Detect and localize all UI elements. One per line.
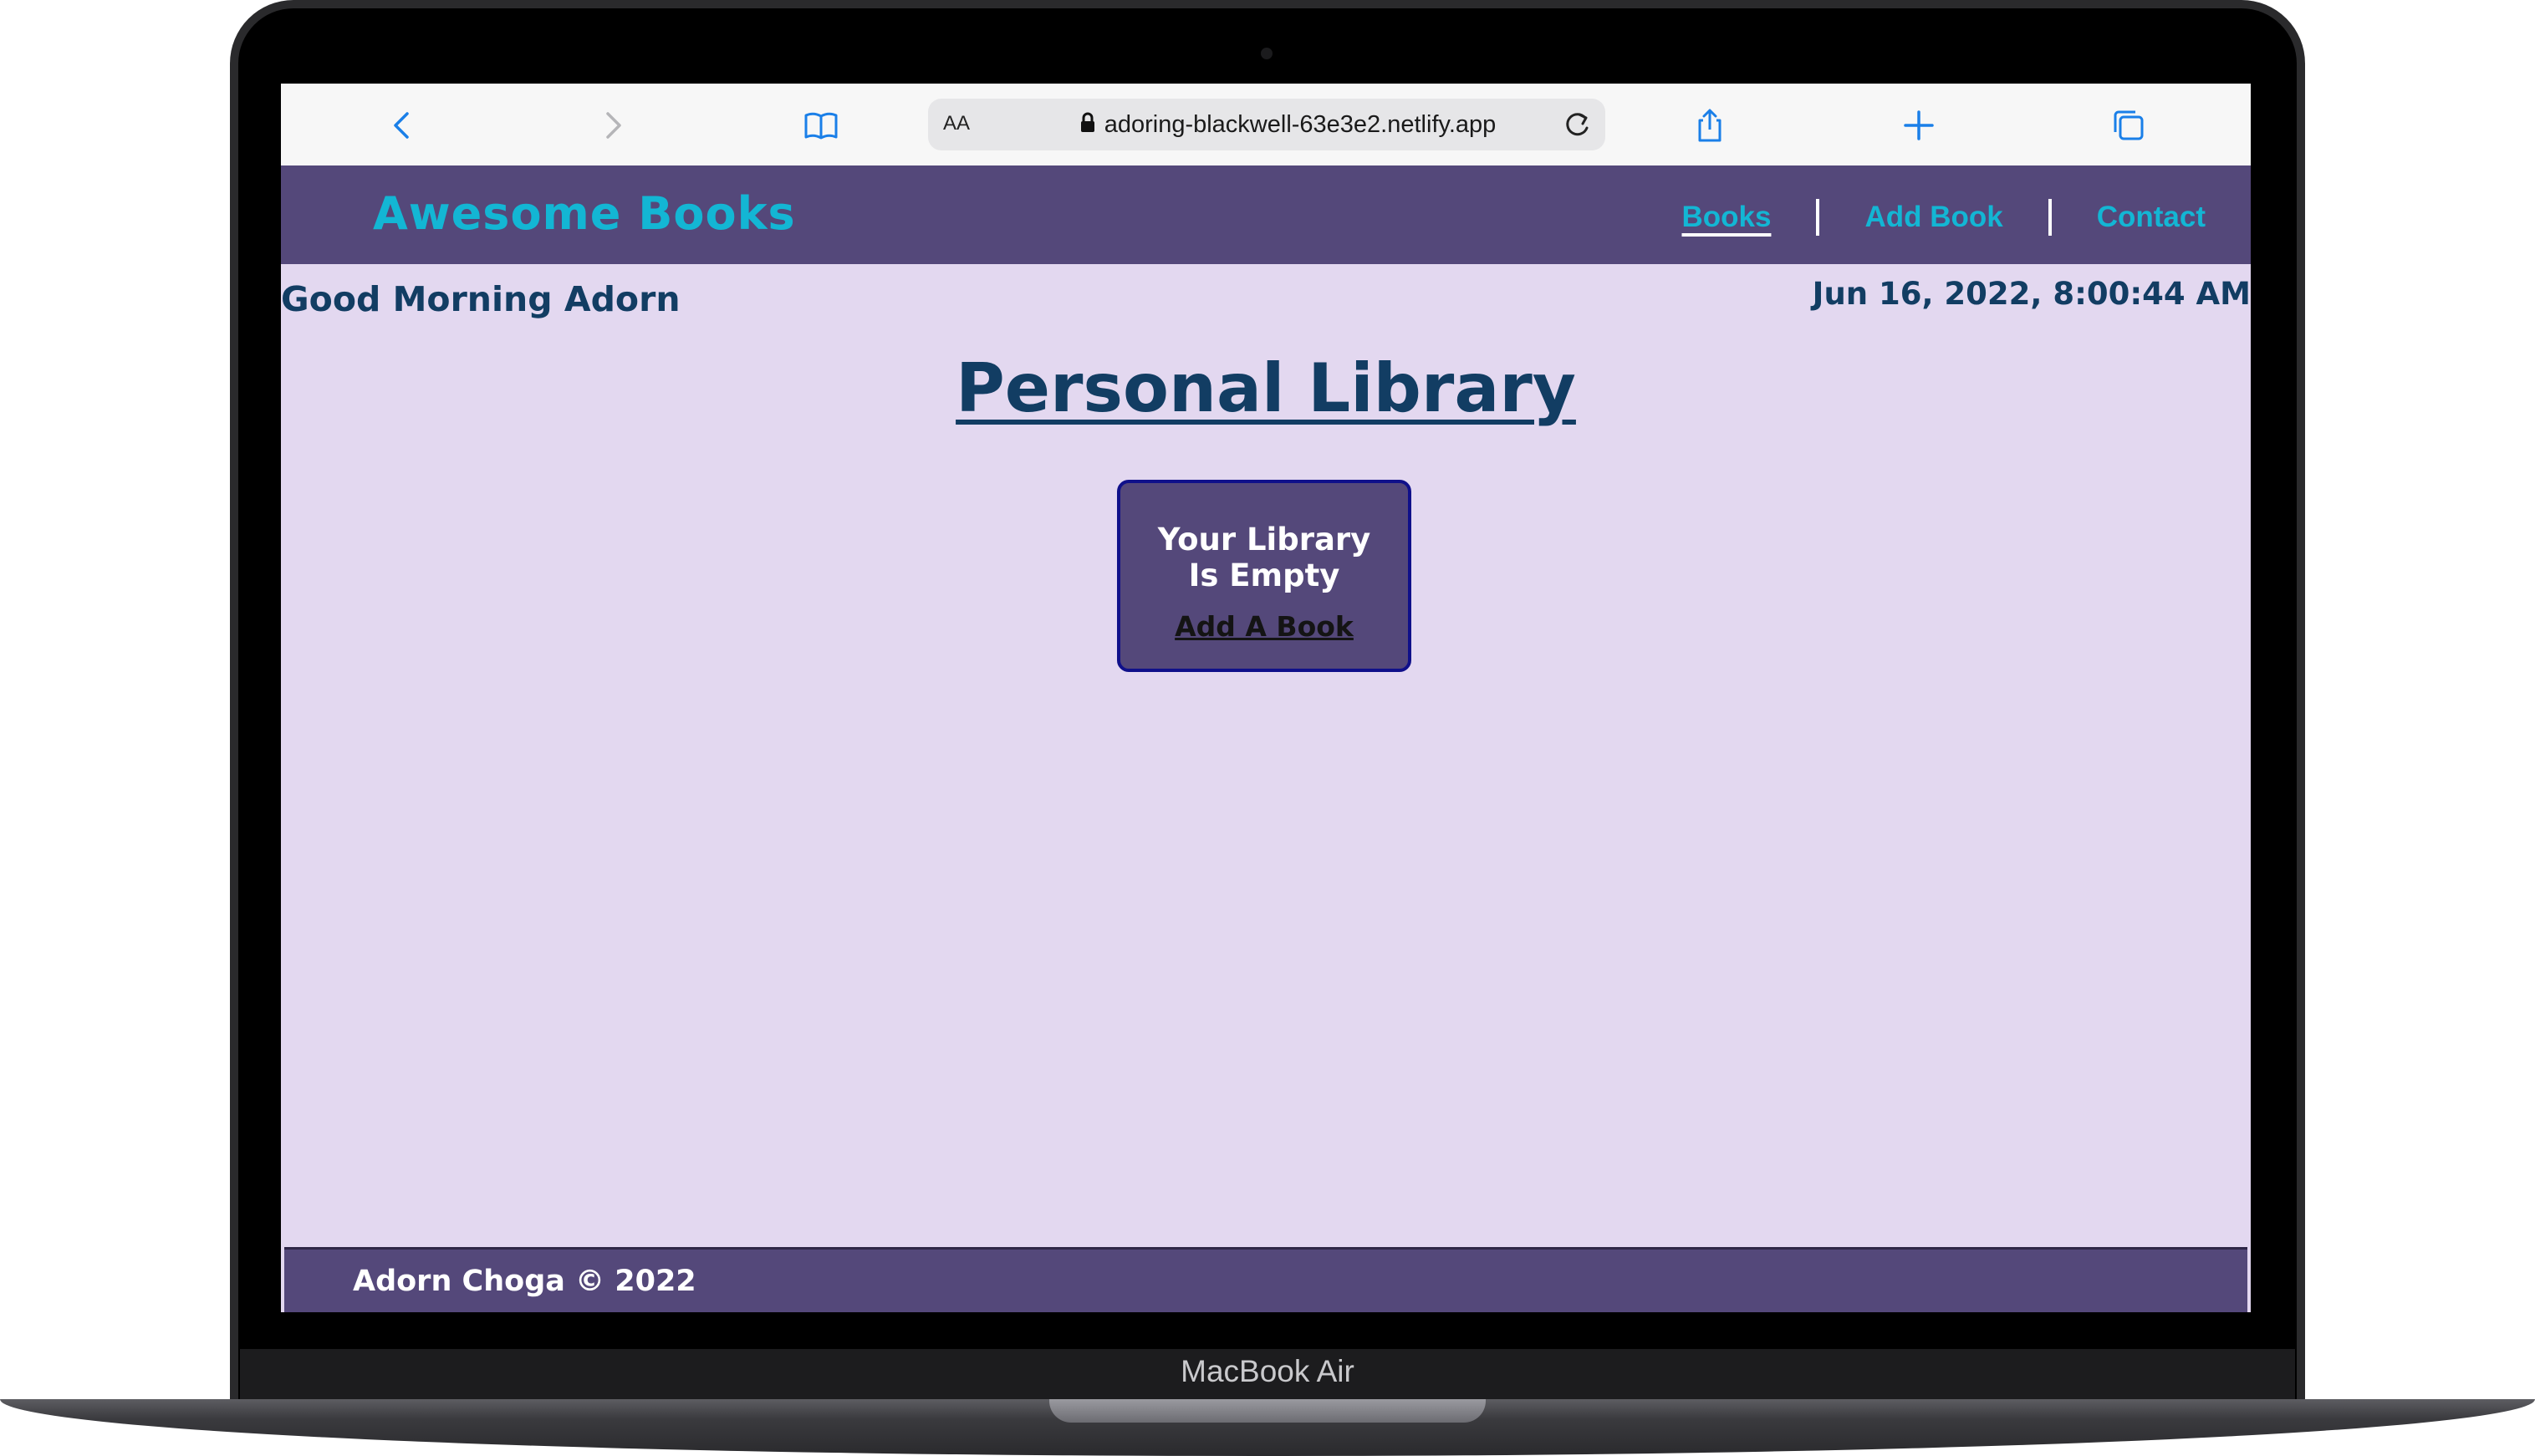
url-text: adoring-blackwell-63e3e2.netlify.app (1104, 110, 1497, 138)
site-header: Awesome Books Books Add Book Contact (281, 165, 2251, 264)
browser-toolbar: AA adoring-blackwell-63e3e2.netlify.app (281, 84, 2251, 166)
share-icon[interactable] (1690, 105, 1730, 145)
page-title: Personal Library (956, 349, 1576, 427)
new-tab-icon[interactable] (1899, 105, 1939, 145)
empty-message-line1: Your Library (1157, 522, 1371, 557)
nav-divider (1816, 199, 1820, 236)
laptop-notch (1049, 1399, 1486, 1423)
screen: AA adoring-blackwell-63e3e2.netlify.app (281, 84, 2251, 1312)
nav-contact[interactable]: Contact (2097, 201, 2206, 234)
greeting: Good Morning Adorn (281, 279, 681, 319)
footer-copyright: Adorn Choga © 2022 (353, 1265, 696, 1298)
bookmarks-icon[interactable] (801, 105, 841, 145)
text-size-button[interactable]: AA (943, 112, 970, 135)
lock-icon (1079, 112, 1096, 137)
site-footer: Adorn Choga © 2022 (284, 1247, 2247, 1312)
empty-library-card: Your Library Is Empty Add A Book (1117, 480, 1411, 672)
nav-add-book[interactable]: Add Book (1864, 201, 2002, 234)
device-label: MacBook Air (1181, 1354, 1354, 1388)
back-icon[interactable] (383, 105, 423, 145)
camera (1261, 48, 1273, 59)
address-bar[interactable]: AA adoring-blackwell-63e3e2.netlify.app (928, 99, 1605, 150)
forward-icon[interactable] (592, 105, 632, 145)
nav-divider (2048, 199, 2052, 236)
brand-logo[interactable]: Awesome Books (373, 187, 796, 240)
current-datetime: Jun 16, 2022, 8:00:44 AM (1812, 276, 2251, 312)
empty-message-line2: Is Empty (1188, 557, 1340, 593)
reload-icon[interactable] (1560, 108, 1594, 141)
empty-message: Your Library Is Empty (1120, 522, 1408, 593)
nav-books[interactable]: Books (1681, 201, 1771, 234)
tabs-icon[interactable] (2109, 105, 2149, 145)
add-book-link[interactable]: Add A Book (1120, 610, 1408, 643)
main-nav: Books Add Book Contact (1681, 199, 2206, 236)
